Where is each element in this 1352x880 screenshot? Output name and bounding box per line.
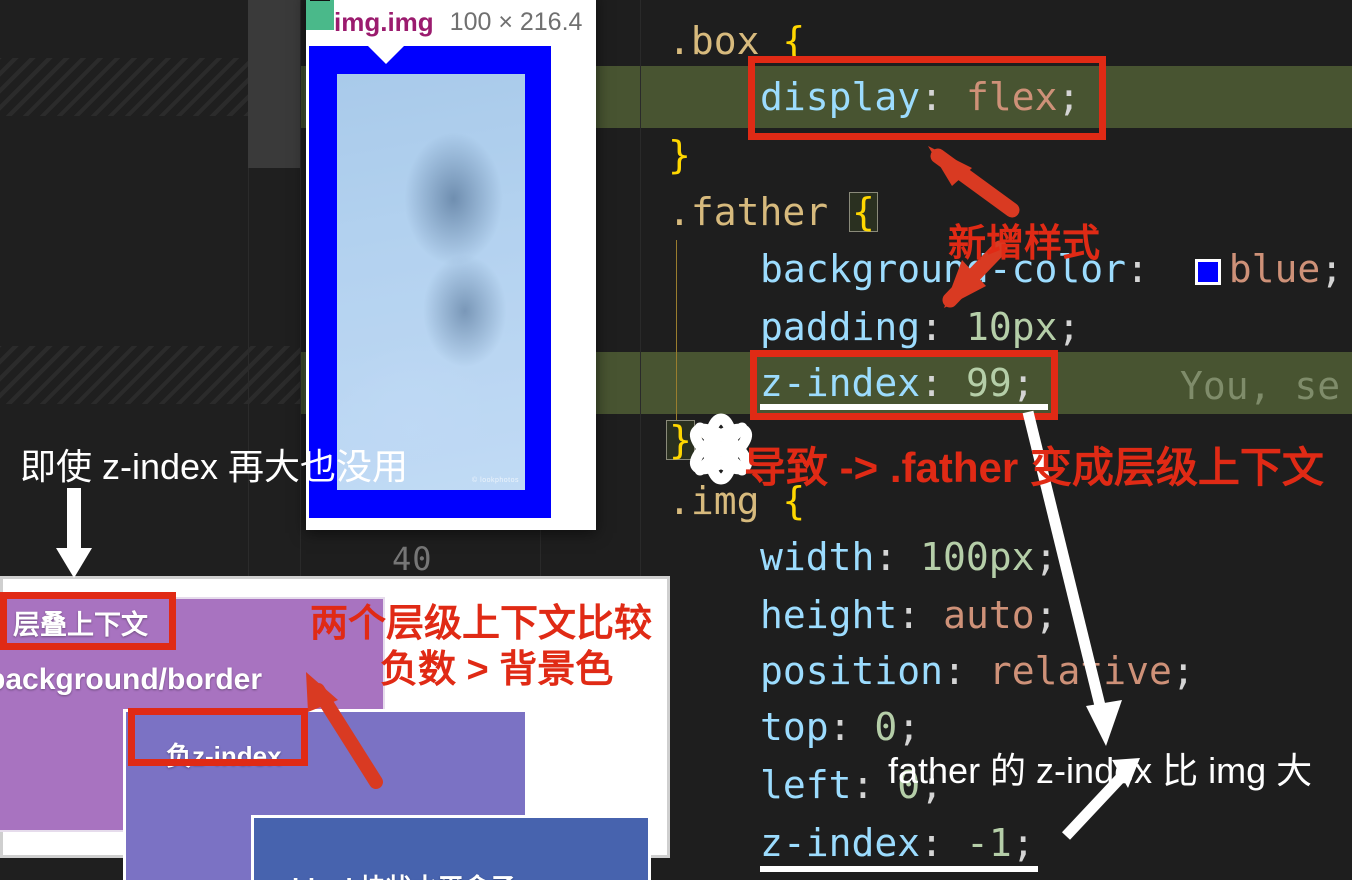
semicolon: ; [1320, 247, 1344, 291]
close-brace-matched: } [666, 420, 695, 460]
code-line-top: top: 0; [760, 708, 920, 746]
semicolon: ; [1011, 821, 1035, 865]
preview-dimensions: 100 × 216.4 [449, 7, 583, 36]
annotation-becomes-stacking-context: 导致 -> .father 变成层级上下文 [744, 444, 1324, 491]
screenshot-root: .box { display: flex; } .father { backgr… [0, 0, 1352, 880]
photo-watermark: © lookphotos [472, 477, 519, 484]
annotation-father-bigger: father 的 z-index 比 img 大 [888, 750, 1313, 791]
colon: : [920, 821, 944, 865]
colon: : [1126, 247, 1149, 291]
property-left: left [760, 763, 852, 807]
diagram-label-background-border: background/border [0, 663, 263, 696]
colon: : [920, 305, 944, 349]
colon: : [828, 705, 852, 749]
tooltip-arrow [364, 42, 408, 64]
colon: : [897, 593, 921, 637]
semicolon: ; [1171, 649, 1195, 693]
value-100px: 100px [920, 535, 1035, 579]
colon: : [943, 649, 966, 693]
semicolon: ; [1034, 593, 1058, 637]
preview-file-name: img.img [334, 6, 434, 37]
open-brace-matched: { [849, 192, 878, 232]
diagram-layer-block-box: block块状水平盒子 [251, 815, 651, 880]
code-line-padding: padding: 10px; [760, 308, 1080, 346]
indent-guide [676, 240, 677, 438]
preview-photo: © lookphotos [337, 74, 525, 490]
diagram-label-block-box: block块状水平盒子 [292, 868, 516, 880]
scrollbar-region[interactable] [248, 0, 300, 168]
annotation-no-use: 即使 z-index 再大也没用 [20, 446, 409, 487]
property-width: width [760, 535, 875, 579]
gutter-line-number: 40 [392, 540, 433, 578]
semicolon: ; [1034, 535, 1058, 579]
code-line-box-selector: .box { [668, 22, 805, 60]
value-10px: 10px [965, 305, 1058, 349]
code-line-box-close: } [668, 136, 691, 174]
redbox-stacking-context [0, 592, 176, 650]
selector-box: .box [668, 19, 760, 63]
close-brace: } [668, 133, 691, 177]
value-negative-1: -1 [965, 821, 1012, 865]
git-blame-text: You, se [1180, 364, 1341, 408]
property-z-index: z-index [760, 821, 921, 865]
code-line-position: position: relative; [760, 652, 1195, 690]
colon: : [874, 535, 898, 579]
semicolon: ; [1057, 305, 1081, 349]
code-line-width: width: 100px; [760, 538, 1057, 576]
value-blue: blue [1228, 247, 1321, 291]
blue-overlay [337, 74, 525, 490]
diff-stripe-band [0, 346, 300, 404]
property-padding: padding [760, 305, 921, 349]
code-line-height: height: auto; [760, 596, 1057, 634]
redbox-display-flex [748, 56, 1106, 140]
code-line-father-close: } [666, 420, 695, 460]
selector-father: .father [668, 190, 829, 234]
redbox-zindex-99 [750, 350, 1058, 420]
annotation-new-style: 新增样式 [948, 223, 1101, 265]
colon: : [851, 763, 875, 807]
property-height: height [760, 593, 898, 637]
value-relative: relative [988, 649, 1172, 693]
code-line-father-selector: .father { [668, 192, 878, 232]
property-top: top [760, 705, 829, 749]
preview-header: img.img 100 × 216.4 [306, 0, 596, 44]
error-underline [760, 866, 1038, 872]
value-auto: auto [943, 593, 1035, 637]
redbox-negative-zindex [128, 708, 308, 766]
color-swatch-blue[interactable] [1194, 259, 1221, 285]
property-position: position [760, 649, 944, 693]
code-line-zindex-img: z-index: -1; [760, 824, 1035, 862]
annotation-negative-greater-bg: 负数 > 背景色 [380, 649, 614, 691]
